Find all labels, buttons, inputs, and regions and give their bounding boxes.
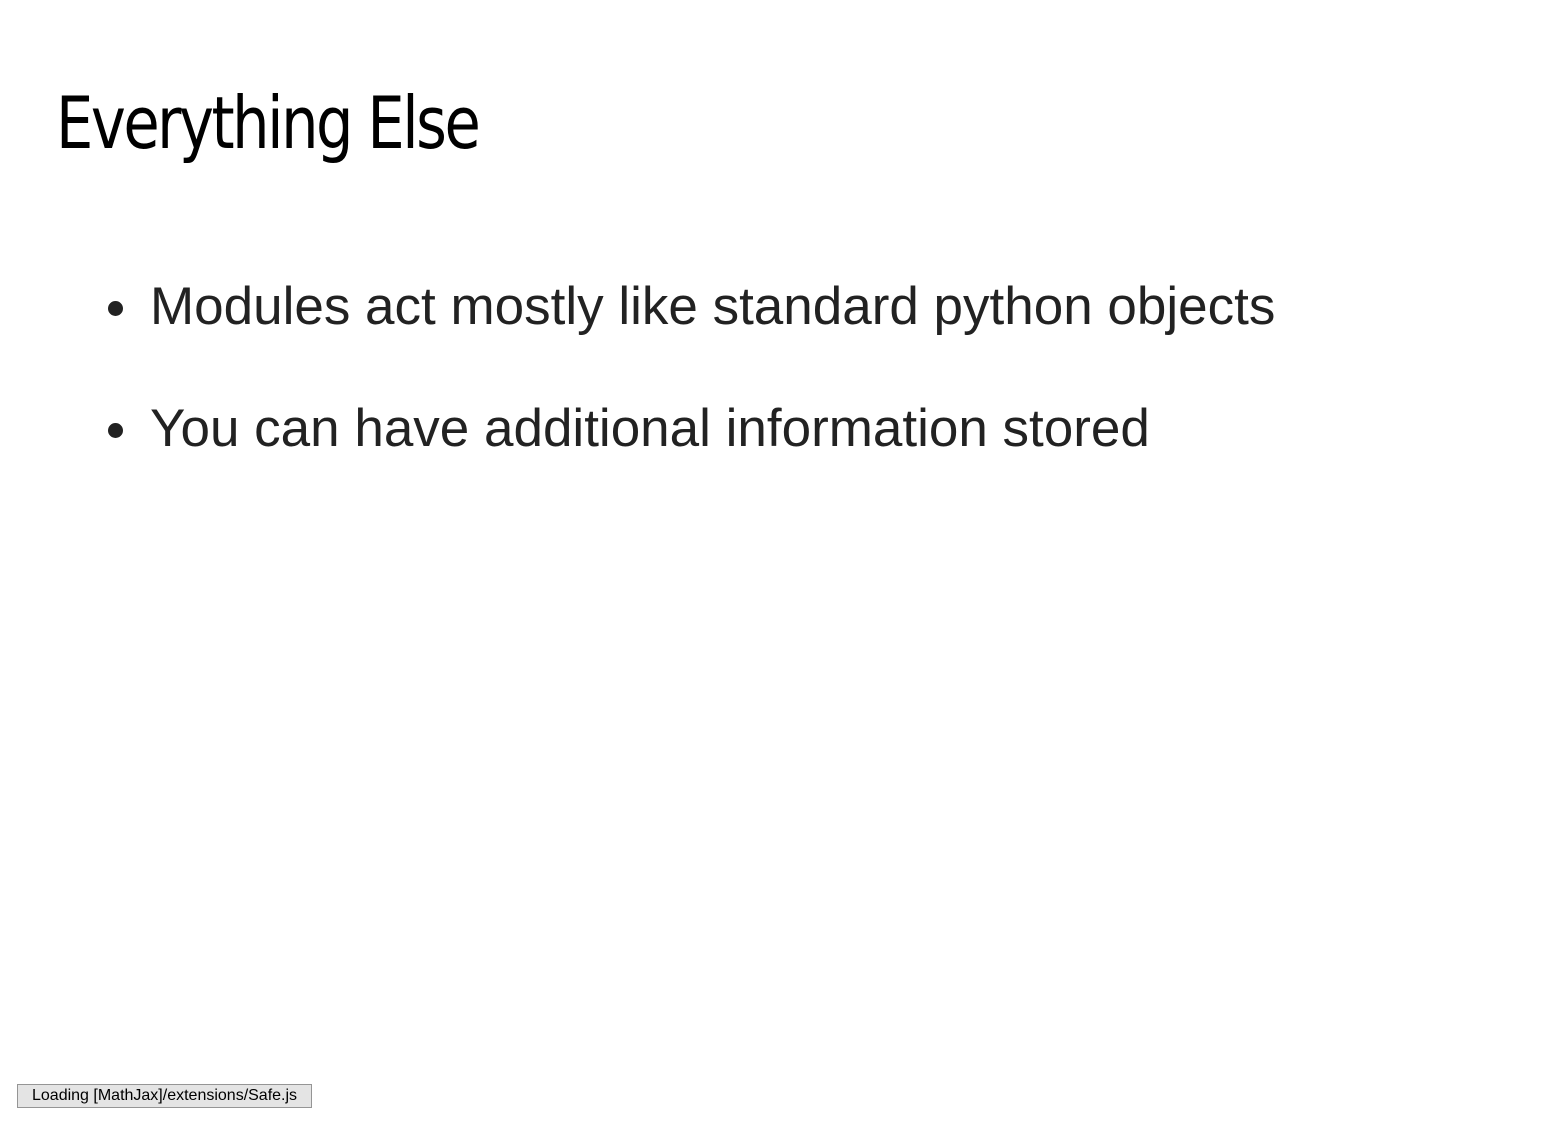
mathjax-loading-status: Loading [MathJax]/extensions/Safe.js xyxy=(17,1084,313,1108)
bullet-list: Modules act mostly like standard python … xyxy=(108,272,1276,516)
bullet-text: You can have additional information stor… xyxy=(150,399,1150,458)
bullet-item: Modules act mostly like standard python … xyxy=(108,272,1276,342)
bullet-dot-icon xyxy=(108,423,123,438)
slide-title: Everything Else xyxy=(56,81,481,165)
bullet-dot-icon xyxy=(108,301,123,316)
bullet-item: You can have additional information stor… xyxy=(108,394,1275,464)
bullet-text: Modules act mostly like standard python … xyxy=(150,277,1276,336)
slide: Everything Else Modules act mostly like … xyxy=(0,0,1561,1138)
